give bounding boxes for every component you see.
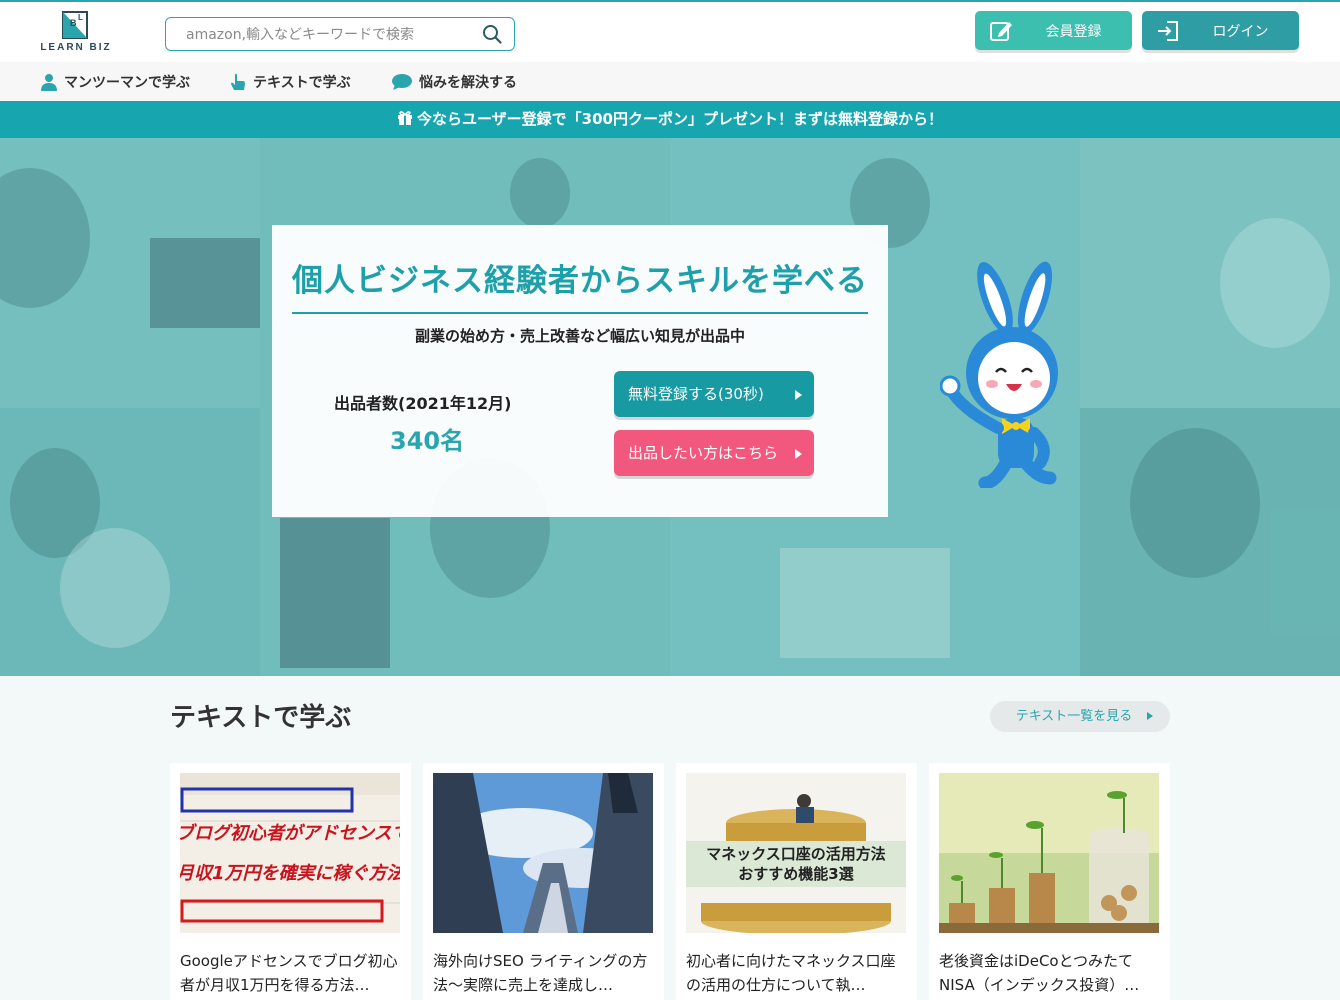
article-card[interactable]: 老後資金はiDeCoとつみたてNISA（インデックス投資）… bbox=[929, 763, 1170, 1000]
person-icon bbox=[41, 74, 57, 91]
seller-signup-label: 出品したい方はこちら bbox=[628, 444, 779, 462]
chat-bubble-icon bbox=[392, 74, 412, 90]
seller-signup-button[interactable]: 出品したい方はこちら bbox=[614, 430, 814, 476]
register-label: 会員登録 bbox=[1045, 24, 1102, 40]
article-thumbnail bbox=[433, 773, 653, 933]
article-card[interactable]: マネックス口座の活用方法 おすすめ機能3選 初心者に向けたマネックス口座の活用の… bbox=[676, 763, 917, 1000]
free-signup-label: 無料登録する(30秒) bbox=[628, 385, 764, 403]
caret-right-icon bbox=[1147, 712, 1153, 720]
thumb-text: マネックス口座の活用方法 bbox=[706, 845, 886, 863]
article-card[interactable]: ブログ初心者がアドセンスで 月収1万円を確実に稼ぐ方法 Googleアドセンスで… bbox=[170, 763, 411, 1000]
svg-text:B: B bbox=[70, 18, 77, 28]
article-card[interactable]: 海外向けSEO ライティングの方法〜実際に売上を達成し… bbox=[423, 763, 664, 1000]
nav-item-text[interactable]: テキストで学ぶ bbox=[229, 72, 351, 92]
article-title: 老後資金はiDeCoとつみたてNISA（インデックス投資）… bbox=[939, 952, 1140, 994]
view-all-texts-button[interactable]: テキスト一覧を見る bbox=[990, 701, 1170, 732]
banner-text: 今ならユーザー登録で「300円クーポン」プレゼント！まずは無料登録から！ bbox=[416, 110, 943, 128]
seller-count-label: 出品者数(2021年12月) bbox=[334, 394, 512, 413]
hero-subtitle: 副業の始め方・売上改善など幅広い知見が出品中 bbox=[414, 327, 745, 345]
rabbit-mascot-icon bbox=[940, 261, 1058, 488]
search-input[interactable] bbox=[186, 25, 466, 45]
learn-biz-logo[interactable]: B L LEARN BIZ bbox=[40, 10, 112, 56]
hero-card: 個人ビジネス経験者からスキルを学べる 副業の始め方・売上改善など幅広い知見が出品… bbox=[272, 225, 888, 517]
article-thumbnail: ブログ初心者がアドセンスで 月収1万円を確実に稼ぐ方法 bbox=[180, 773, 400, 933]
svg-text:L: L bbox=[78, 13, 83, 22]
free-signup-button[interactable]: 無料登録する(30秒) bbox=[614, 371, 814, 417]
hero-divider bbox=[292, 312, 868, 314]
coupon-banner[interactable]: 今ならユーザー登録で「300円クーポン」プレゼント！まずは無料登録から！ bbox=[0, 101, 1340, 138]
login-button[interactable]: ログイン bbox=[1142, 11, 1299, 50]
seller-count-value: 340名 bbox=[390, 427, 465, 455]
article-thumbnail bbox=[939, 773, 1159, 933]
nav-label: マンツーマンで学ぶ bbox=[64, 75, 190, 91]
login-label: ログイン bbox=[1212, 24, 1269, 40]
view-all-label: テキスト一覧を見る bbox=[1015, 709, 1133, 724]
article-title: Googleアドセンスでブログ初心者が月収1万円を得る方法… bbox=[180, 952, 398, 994]
hero-title: 個人ビジネス経験者からスキルを学べる bbox=[292, 263, 868, 299]
main-nav: マンツーマンで学ぶ テキストで学ぶ 悩みを解決する bbox=[0, 62, 1340, 101]
search-box[interactable] bbox=[165, 17, 515, 51]
caret-right-icon bbox=[795, 449, 802, 459]
login-icon bbox=[1158, 21, 1178, 41]
article-thumbnail: マネックス口座の活用方法 おすすめ機能3選 bbox=[686, 773, 906, 933]
thumb-text: 月収1万円を確実に稼ぐ方法 bbox=[180, 863, 400, 884]
nav-item-solve[interactable]: 悩みを解決する bbox=[391, 72, 517, 92]
thumb-text: ブログ初心者がアドセンスで bbox=[180, 823, 400, 844]
edit-icon bbox=[990, 22, 1012, 41]
register-button[interactable]: 会員登録 bbox=[975, 11, 1132, 50]
nav-label: 悩みを解決する bbox=[419, 75, 517, 91]
article-title: 海外向けSEO ライティングの方法〜実際に売上を達成し… bbox=[433, 952, 648, 994]
caret-right-icon bbox=[795, 390, 802, 400]
nav-label: テキストで学ぶ bbox=[253, 75, 351, 91]
hero-section: 個人ビジネス経験者からスキルを学べる 副業の始め方・売上改善など幅広い知見が出品… bbox=[0, 138, 1340, 676]
section-title: テキストで学ぶ bbox=[170, 703, 352, 733]
logo-text: LEARN BIZ bbox=[40, 42, 112, 53]
hand-pointer-icon bbox=[231, 73, 245, 90]
site-header: B L LEARN BIZ 会員登録 ログイン bbox=[0, 0, 1340, 62]
nav-item-one-on-one[interactable]: マンツーマンで学ぶ bbox=[40, 72, 190, 92]
search-icon[interactable] bbox=[482, 24, 502, 44]
thumb-text: おすすめ機能3選 bbox=[738, 865, 853, 883]
logo-mark-icon: B L bbox=[62, 11, 88, 39]
gift-icon bbox=[397, 111, 412, 125]
article-title: 初心者に向けたマネックス口座の活用の仕方について執… bbox=[686, 952, 896, 994]
